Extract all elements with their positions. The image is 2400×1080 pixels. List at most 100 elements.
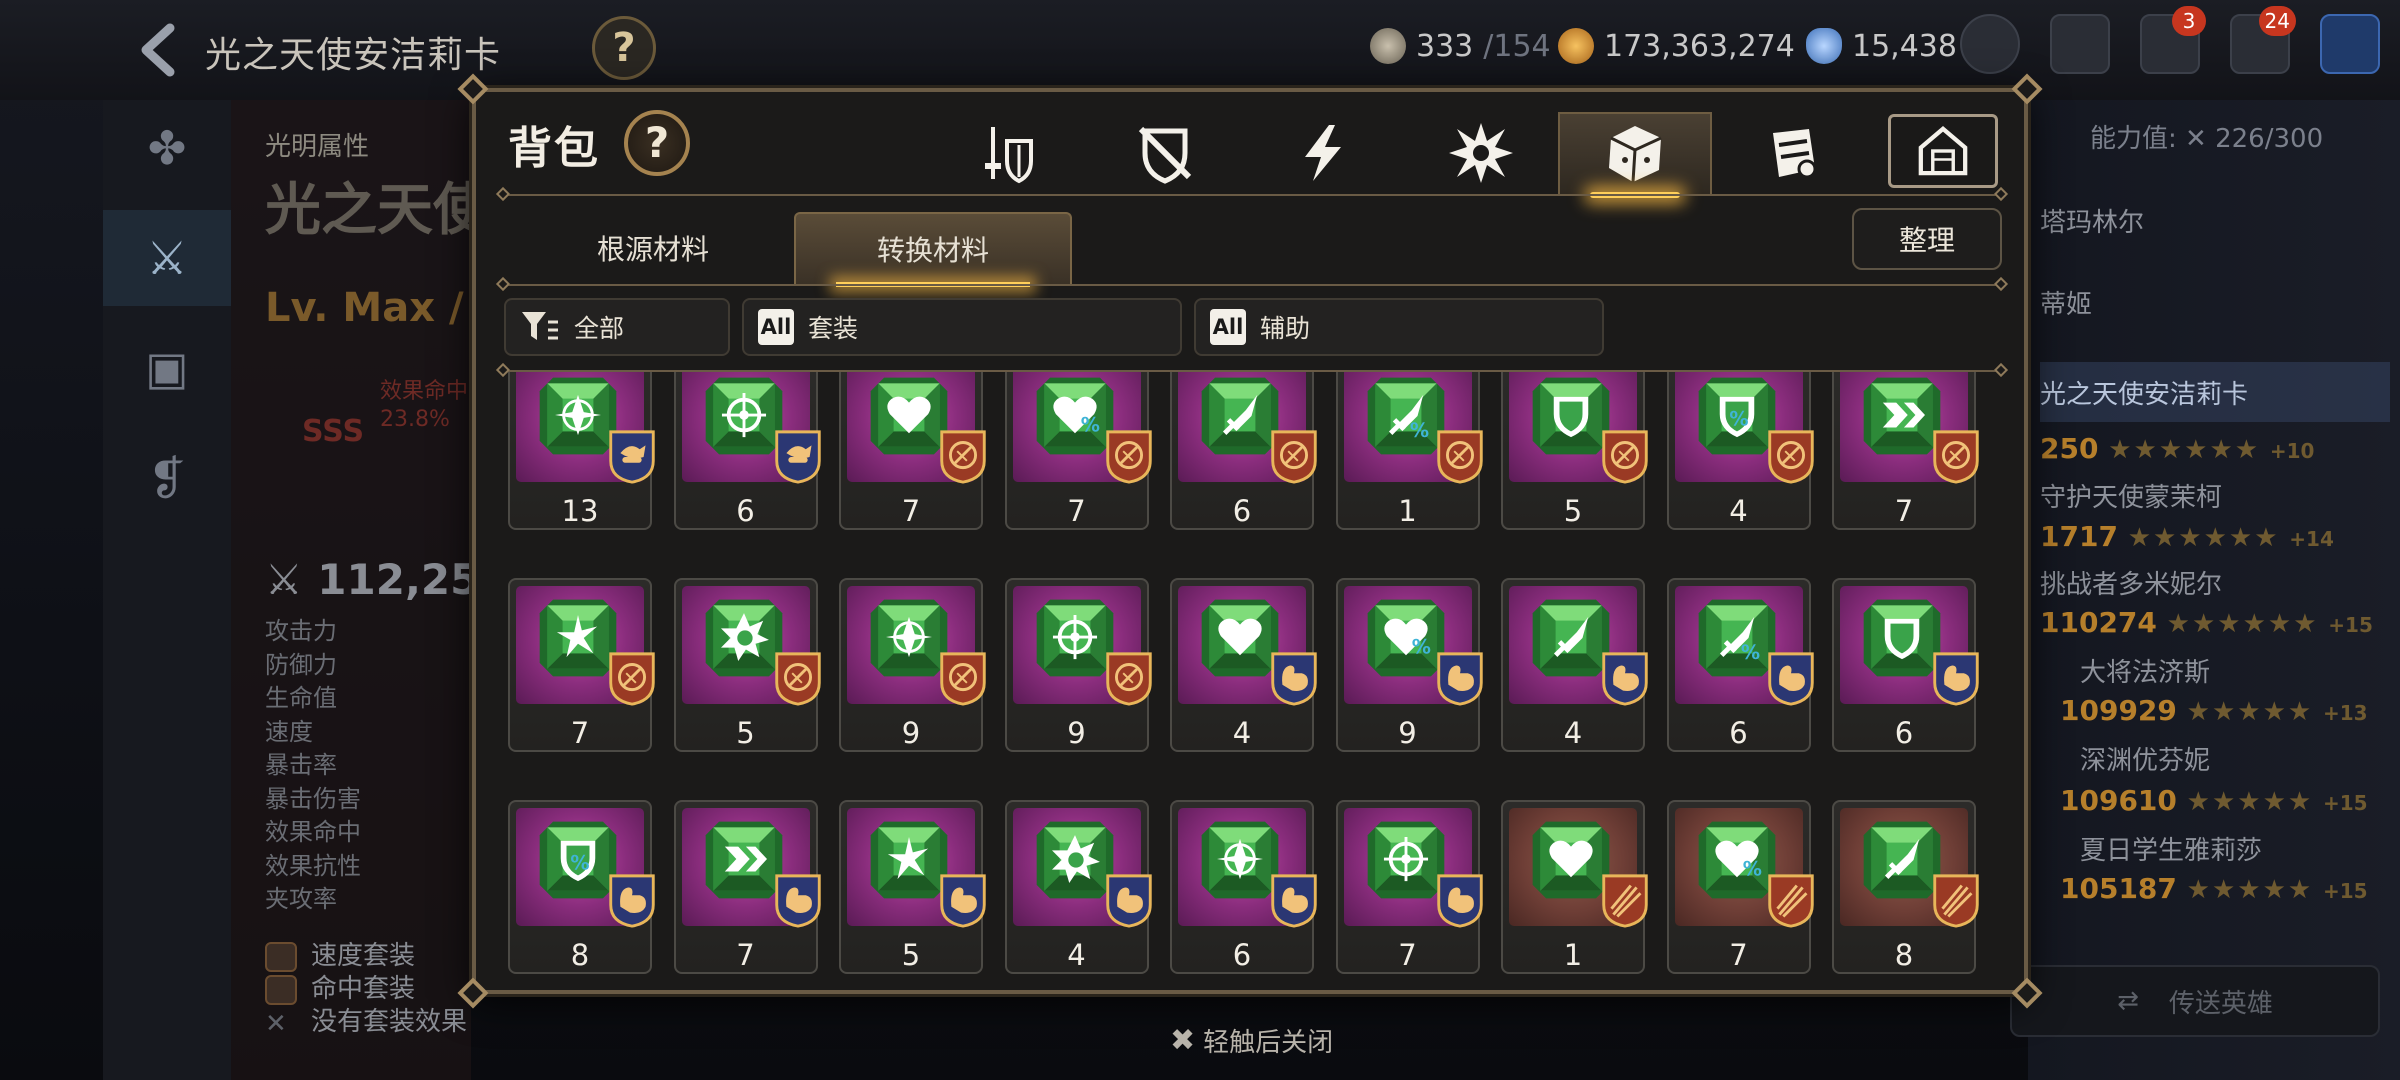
item-grid[interactable]: 13 6 7% 7 6% 1 5% 4 7 7 5 9 9 4% 9 4% 6 6% 8 7 5 4 6 7 1% 7 8: [508, 372, 1998, 990]
material-item[interactable]: % 7: [1666, 800, 1814, 974]
menu-grid-icon[interactable]: [2320, 14, 2380, 74]
send-hero-button[interactable]: ⇄ 传送英雄: [2010, 965, 2380, 1037]
material-item[interactable]: % 8: [508, 800, 655, 974]
rail-skill-icon[interactable]: ✤: [103, 100, 231, 196]
filter-assist-dropdown[interactable]: All 辅助: [1194, 298, 1604, 356]
crystal-counter[interactable]: 15,438: [1806, 28, 1957, 64]
tab-storage[interactable]: [1888, 114, 1998, 188]
material-item[interactable]: 8: [1832, 800, 1979, 974]
chat-icon[interactable]: 24: [2230, 6, 2296, 74]
rail-profile-icon[interactable]: ▣: [103, 320, 231, 416]
material-item[interactable]: 9: [839, 578, 986, 752]
tab-origin-materials[interactable]: 根源材料: [514, 212, 792, 284]
no-attack-role-icon: [1268, 428, 1320, 486]
material-item[interactable]: 6: [1170, 800, 1317, 974]
no-set-icon: ✕: [265, 1008, 287, 1039]
hero-list-item[interactable]: 守护天使蒙茉柯: [2040, 465, 2390, 525]
material-item[interactable]: 7: [839, 372, 986, 530]
svg-text:%: %: [1080, 413, 1099, 436]
stamina-value: 333: [1416, 28, 1474, 64]
hero-list-item[interactable]: 塔玛林尔: [2040, 190, 2390, 250]
no-attack-role-icon: [772, 650, 824, 708]
no-attack-role-icon: [1434, 428, 1486, 486]
item-count: 7: [901, 494, 921, 528]
item-count: 7: [1398, 938, 1417, 972]
sort-button[interactable]: 整理: [1852, 208, 2002, 270]
item-count: 4: [1563, 716, 1583, 750]
back-arrow-icon[interactable]: [130, 20, 190, 80]
hero-list-name: 守护天使蒙茉柯: [2040, 482, 2223, 513]
hero-list-item[interactable]: 夏日学生雅莉莎: [2080, 818, 2400, 878]
material-item[interactable]: 4: [1501, 578, 1648, 752]
material-item[interactable]: % 9: [1335, 578, 1483, 752]
material-item[interactable]: 7: [1335, 800, 1483, 974]
strength-role-icon: [1930, 650, 1982, 708]
mail-icon[interactable]: 3: [2140, 6, 2206, 74]
hero-list-name: 蒂姬: [2040, 289, 2093, 320]
material-item[interactable]: 5: [839, 800, 986, 974]
rail-equipment-icon[interactable]: ⚔: [103, 210, 231, 306]
strength-role-icon: [1765, 650, 1817, 708]
svg-text:%: %: [1740, 641, 1759, 664]
item-count: 4: [1729, 494, 1748, 528]
hero-stat-list: 攻击力 防御力 生命值 速度 暴击率 暴击伤害 效果命中 效果抗性 夹攻率: [265, 615, 361, 917]
material-item[interactable]: 5: [1501, 372, 1648, 530]
material-item[interactable]: 4: [1170, 578, 1317, 752]
material-item[interactable]: 7: [508, 578, 655, 752]
material-item[interactable]: 7: [673, 800, 821, 974]
power-value: 226/300: [2215, 124, 2324, 154]
material-item[interactable]: 13: [508, 372, 655, 530]
hero-list-item[interactable]: 大将法济斯: [2080, 640, 2400, 700]
material-item[interactable]: 6: [1832, 578, 1979, 752]
material-item[interactable]: % 6: [1666, 578, 1814, 752]
item-count: 5: [901, 938, 921, 972]
hero-plus: +14: [2289, 527, 2334, 551]
tab-divider: [495, 186, 2009, 202]
weapon-armor-icon: [985, 127, 1033, 184]
friends-icon[interactable]: [2050, 14, 2110, 74]
hero-list-name: 塔玛林尔: [2040, 207, 2145, 238]
help-button[interactable]: ?: [592, 16, 656, 80]
mail-badge: 3: [2172, 6, 2206, 36]
hero-title: 光之天使安洁莉卡: [205, 35, 502, 76]
rail-scroll-icon[interactable]: ❡: [103, 430, 231, 526]
filter-all-dropdown[interactable]: 全部: [504, 298, 730, 356]
tab-materials[interactable]: [1558, 112, 1712, 198]
set-label: 没有套装效果: [311, 1007, 468, 1037]
filter-set-dropdown[interactable]: All 套装: [742, 298, 1182, 356]
material-item[interactable]: 7: [1832, 372, 1979, 530]
bag-help-button[interactable]: ?: [624, 110, 690, 176]
stamina-counter[interactable]: 333/154: [1370, 28, 1551, 64]
hero-list-item[interactable]: 挑战者多米妮尔: [2040, 552, 2390, 612]
material-cube-icon: [1609, 126, 1662, 183]
set-all-checkbox[interactable]: All: [758, 309, 794, 345]
material-item[interactable]: 5: [673, 578, 821, 752]
hero-list-item-selected[interactable]: 光之天使安洁莉卡: [2040, 362, 2390, 422]
tab-conversion-materials[interactable]: 转换材料: [794, 212, 1072, 287]
material-item[interactable]: 6: [1170, 372, 1317, 530]
material-item[interactable]: 9: [1004, 578, 1152, 752]
hero-list-item[interactable]: 蒂姬: [2040, 272, 2390, 332]
material-item[interactable]: % 1: [1335, 372, 1483, 530]
tab-bag[interactable]: [1716, 112, 1870, 194]
close-icon: ✖: [1170, 1023, 1196, 1058]
material-item[interactable]: 6: [673, 372, 821, 530]
tab-burst[interactable]: [1404, 112, 1558, 194]
tab-lightning[interactable]: [1246, 112, 1400, 194]
material-item[interactable]: % 7: [1004, 372, 1152, 530]
tab-weapons[interactable]: [930, 112, 1084, 194]
close-hint[interactable]: ✖ 轻触后关闭: [1170, 1022, 1333, 1059]
assist-all-checkbox[interactable]: All: [1210, 309, 1246, 345]
strength-role-icon: [1268, 872, 1320, 930]
material-item[interactable]: 1: [1501, 800, 1648, 974]
item-count: 9: [901, 716, 921, 750]
material-item[interactable]: % 4: [1666, 372, 1814, 530]
material-item[interactable]: 4: [1004, 800, 1152, 974]
tab-broken-shield[interactable]: [1088, 112, 1242, 194]
stat-label: 暴击伤害: [265, 784, 361, 813]
gold-counter[interactable]: 173,363,274: [1558, 28, 1795, 64]
auto-battle-icon[interactable]: [1960, 14, 2020, 74]
hero-list-power: 250 ★★★★★★ +10: [2040, 432, 2315, 465]
hero-list-item[interactable]: 深渊优芬妮: [2080, 728, 2400, 788]
stat-label: 暴击率: [265, 751, 337, 779]
